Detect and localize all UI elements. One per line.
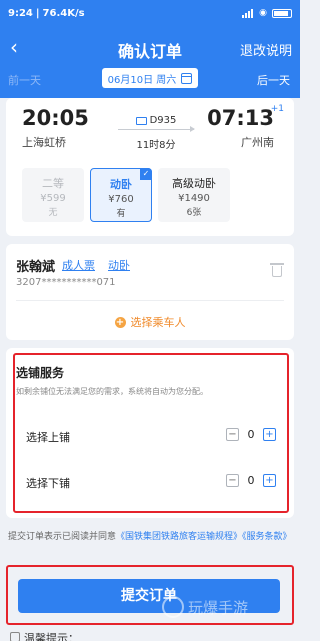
terms-link[interactable]: 《国铁集团铁路旅客运输规程》《服务条款》: [116, 532, 292, 542]
check-icon: ✓: [140, 168, 152, 180]
prev-day-button[interactable]: 前一天: [8, 72, 41, 88]
next-day-badge: +1: [270, 104, 284, 114]
status-bar: 9:24 | 76.4K/s ◉: [8, 6, 292, 20]
trash-icon[interactable]: [270, 263, 284, 277]
highlight-box: [13, 353, 289, 513]
arrival-time: 07:13: [207, 106, 274, 130]
tips-section: 温馨提示：: [10, 630, 79, 641]
train-info-card: 20:05 上海虹桥 D935 11时8分 07:13 +1 广州南 二等 ¥5…: [6, 98, 294, 236]
watermark-logo-icon: [162, 596, 184, 618]
info-icon: [10, 632, 20, 641]
top-bar: 9:24 | 76.4K/s ◉ ‹ 确认订单 退改说明 前一天 06月10日 …: [0, 0, 300, 98]
date-bar: 前一天 06月10日 周六 后一天: [0, 66, 300, 92]
travel-duration: 11时8分: [136, 140, 176, 151]
date-selector[interactable]: 06月10日 周六: [102, 68, 198, 88]
plus-circle-icon: +: [114, 316, 126, 328]
route-arrow: [118, 126, 195, 132]
watermark: 玩爆手游: [162, 596, 248, 618]
train-number[interactable]: D935: [116, 115, 196, 126]
berth-type-link[interactable]: 动卧: [108, 257, 130, 273]
calendar-icon: [181, 72, 193, 84]
divider: [16, 300, 284, 301]
arrival-station: 广州南: [241, 136, 274, 149]
signal-icon: [242, 8, 254, 18]
next-day-button[interactable]: 后一天: [257, 72, 290, 88]
status-time: 9:24: [8, 7, 33, 19]
departure-station: 上海虹桥: [22, 136, 66, 149]
submit-highlight-box: 提交订单: [6, 565, 294, 625]
date-label: 06月10日 周六: [107, 74, 177, 86]
battery-icon: [272, 8, 292, 18]
agreement-text: 提交订单表示已阅读并同意《国铁集团铁路旅客运输规程》《服务条款》: [8, 532, 292, 542]
train-icon: [135, 116, 147, 125]
refund-policy-link[interactable]: 退改说明: [240, 40, 292, 59]
passenger-card: 张翰斌 成人票 动卧 3207***********071 + 选择乘车人: [6, 244, 294, 340]
ticket-type-link[interactable]: 成人票: [62, 257, 95, 273]
app-header: ‹ 确认订单 退改说明: [0, 34, 300, 62]
departure-time: 20:05: [22, 106, 89, 130]
passenger-name: 张翰斌: [16, 260, 56, 275]
status-speed: 76.4K/s: [42, 7, 85, 19]
wifi-icon: ◉: [259, 8, 267, 18]
seat-option-second-class[interactable]: 二等 ¥599 无: [22, 168, 84, 222]
passenger-id: 3207***********071: [16, 277, 116, 288]
seat-option-sleeper[interactable]: ✓ 动卧 ¥760 有: [90, 168, 152, 222]
seat-option-premium-sleeper[interactable]: 高级动卧 ¥1490 6张: [158, 168, 230, 222]
add-passenger-button[interactable]: + 选择乘车人: [6, 314, 294, 330]
